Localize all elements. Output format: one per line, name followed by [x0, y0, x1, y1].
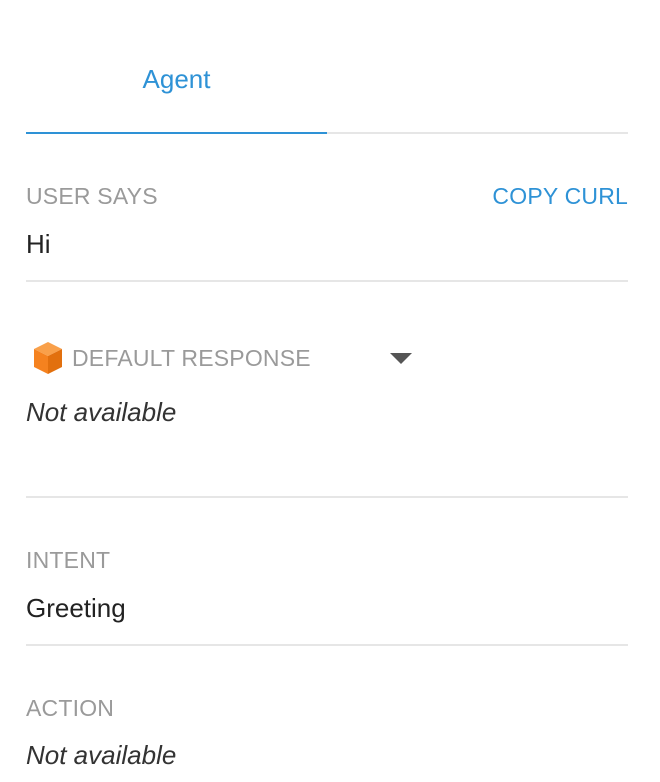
user-says-value: Hi — [26, 229, 51, 259]
chevron-down-icon[interactable] — [390, 353, 412, 364]
divider — [26, 280, 628, 282]
action-label: ACTION — [26, 695, 115, 721]
copy-curl-button[interactable]: COPY CURL — [492, 183, 628, 210]
default-response-value: Not available — [26, 397, 177, 427]
cube-icon — [34, 342, 62, 374]
divider — [26, 496, 628, 498]
divider — [26, 644, 628, 646]
tab-agent[interactable]: Agent — [26, 64, 327, 95]
intent-label: INTENT — [26, 547, 111, 573]
tab-bar: Agent — [26, 0, 628, 134]
action-value: Not available — [26, 740, 177, 770]
default-response-label: DEFAULT RESPONSE — [72, 345, 311, 371]
active-tab-indicator — [26, 132, 327, 134]
user-says-label: USER SAYS — [26, 183, 158, 209]
intent-link[interactable]: Greeting — [26, 593, 126, 624]
